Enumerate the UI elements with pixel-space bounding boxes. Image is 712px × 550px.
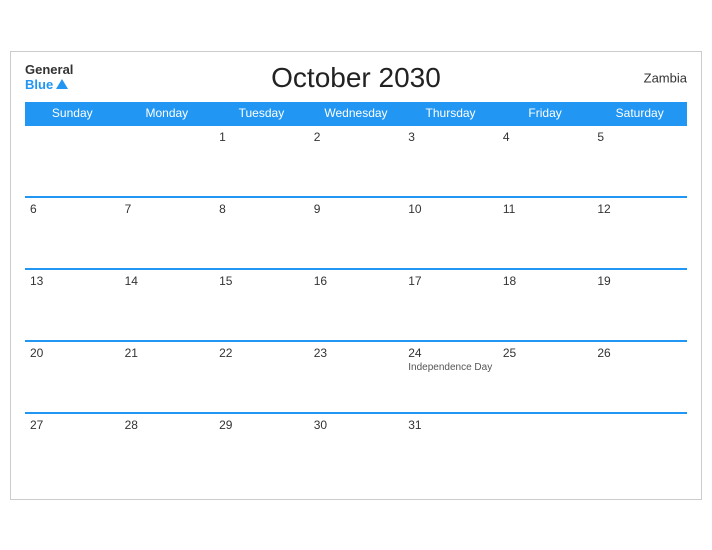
calendar-container: General Blue October 2030 Zambia Sunday …: [10, 51, 702, 500]
calendar-cell: 28: [120, 413, 215, 485]
calendar-cell: 25: [498, 341, 593, 413]
day-event: Independence Day: [408, 362, 493, 373]
day-number: 6: [30, 202, 115, 216]
day-number: 25: [503, 346, 588, 360]
calendar-cell: 16: [309, 269, 404, 341]
day-number: 31: [408, 418, 493, 432]
day-number: 13: [30, 274, 115, 288]
calendar-cell: 19: [592, 269, 687, 341]
day-number: 27: [30, 418, 115, 432]
calendar-cell: 2: [309, 125, 404, 197]
day-number: 22: [219, 346, 304, 360]
calendar-cell: 30: [309, 413, 404, 485]
calendar-cell: [592, 413, 687, 485]
day-number: 20: [30, 346, 115, 360]
day-number: 1: [219, 130, 304, 144]
logo-general-text: General: [25, 63, 73, 77]
day-number: 28: [125, 418, 210, 432]
calendar-week-row: 6789 10 11 12: [25, 197, 687, 269]
day-number: 5: [597, 130, 682, 144]
calendar-body: 123456789101112131415161718192021222324I…: [25, 125, 687, 485]
day-number: 26: [597, 346, 682, 360]
country-label: Zambia: [644, 70, 687, 85]
logo-blue-label: Blue: [25, 78, 53, 92]
day-number: 9: [314, 202, 399, 216]
day-number: 23: [314, 346, 399, 360]
calendar-cell: 1: [214, 125, 309, 197]
calendar-cell: 23: [309, 341, 404, 413]
calendar-cell: 27: [25, 413, 120, 485]
day-number: 15: [219, 274, 304, 288]
day-number: 7: [125, 202, 210, 216]
calendar-cell: 14: [120, 269, 215, 341]
header-friday: Friday: [498, 102, 593, 125]
calendar-cell: [120, 125, 215, 197]
day-number: 4: [503, 130, 588, 144]
day-number: 29: [219, 418, 304, 432]
calendar-grid: Sunday Monday Tuesday Wednesday Thursday…: [25, 102, 687, 485]
header-wednesday: Wednesday: [309, 102, 404, 125]
calendar-cell: 18: [498, 269, 593, 341]
calendar-cell: 31: [403, 413, 498, 485]
calendar-cell: 8: [214, 197, 309, 269]
calendar-cell: 6: [25, 197, 120, 269]
logo: General Blue: [25, 63, 73, 92]
calendar-cell: 29: [214, 413, 309, 485]
calendar-cell: [25, 125, 120, 197]
calendar-week-row: 27 28 29 30 31: [25, 413, 687, 485]
logo-blue-text: Blue: [25, 78, 68, 92]
day-number: 12: [597, 202, 682, 216]
calendar-cell: 17: [403, 269, 498, 341]
day-number: 2: [314, 130, 399, 144]
calendar-cell: 24 Independence Day: [403, 341, 498, 413]
calendar-week-row: 20 21 22 23 24 Independence Day 25 26: [25, 341, 687, 413]
day-number: 14: [125, 274, 210, 288]
day-number: 11: [503, 202, 588, 216]
calendar-cell: 9: [309, 197, 404, 269]
day-number: 8: [219, 202, 304, 216]
days-header-row: Sunday Monday Tuesday Wednesday Thursday…: [25, 102, 687, 125]
calendar-thead: Sunday Monday Tuesday Wednesday Thursday…: [25, 102, 687, 125]
calendar-header: General Blue October 2030 Zambia: [25, 62, 687, 94]
day-number: 18: [503, 274, 588, 288]
day-number: 3: [408, 130, 493, 144]
calendar-cell: 13: [25, 269, 120, 341]
day-number: 10: [408, 202, 493, 216]
calendar-cell: 10: [403, 197, 498, 269]
logo-triangle-icon: [56, 79, 68, 89]
day-number: 16: [314, 274, 399, 288]
header-thursday: Thursday: [403, 102, 498, 125]
calendar-cell: 11: [498, 197, 593, 269]
calendar-title: October 2030: [271, 62, 441, 94]
calendar-cell: 20: [25, 341, 120, 413]
calendar-cell: 12: [592, 197, 687, 269]
calendar-cell: 5: [592, 125, 687, 197]
header-sunday: Sunday: [25, 102, 120, 125]
calendar-cell: 3: [403, 125, 498, 197]
calendar-cell: 7: [120, 197, 215, 269]
day-number: 24: [408, 346, 493, 360]
header-tuesday: Tuesday: [214, 102, 309, 125]
calendar-cell: [498, 413, 593, 485]
calendar-week-row: 13 14 15 16 17 18 19: [25, 269, 687, 341]
calendar-week-row: 12345: [25, 125, 687, 197]
calendar-cell: 22: [214, 341, 309, 413]
header-monday: Monday: [120, 102, 215, 125]
day-number: 21: [125, 346, 210, 360]
calendar-cell: 15: [214, 269, 309, 341]
day-number: 30: [314, 418, 399, 432]
calendar-cell: 21: [120, 341, 215, 413]
day-number: 17: [408, 274, 493, 288]
day-number: 19: [597, 274, 682, 288]
calendar-cell: 26: [592, 341, 687, 413]
calendar-cell: 4: [498, 125, 593, 197]
header-saturday: Saturday: [592, 102, 687, 125]
